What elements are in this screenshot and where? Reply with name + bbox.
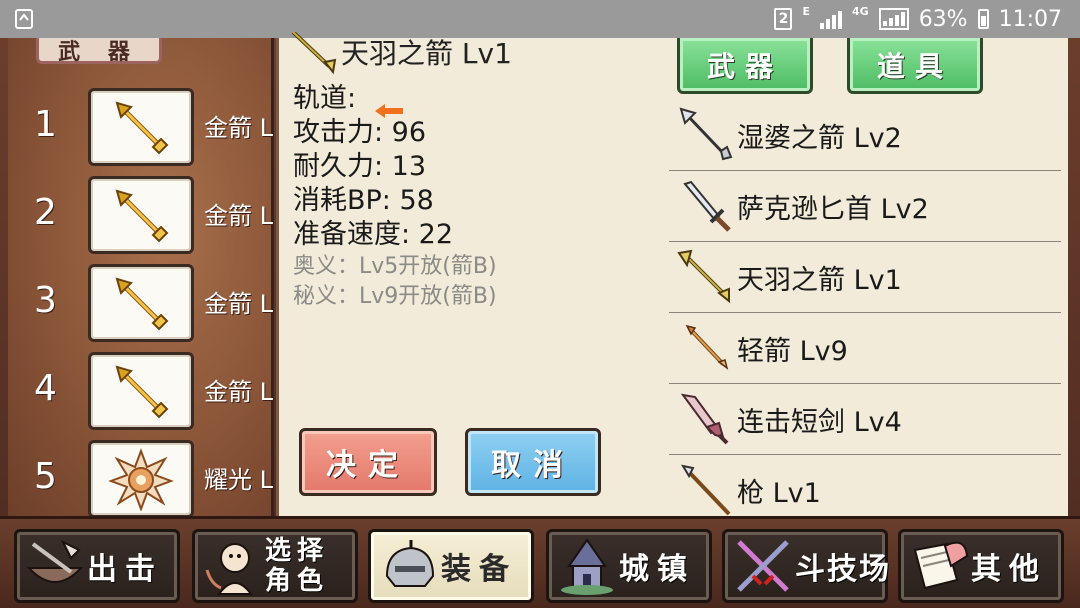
sortie-icon (23, 536, 87, 596)
slot-number: 4 (34, 368, 57, 409)
nav-equipment-button[interactable]: 装备 (368, 529, 534, 603)
secret-skill-2: 秘义：Lv9开放(箭B) (293, 284, 497, 309)
recycle-icon (14, 8, 34, 30)
nav-label: 城镇 (619, 552, 695, 587)
nav-label: 装备 (441, 552, 517, 587)
slot-number: 1 (34, 104, 57, 145)
network-type-e: E (802, 4, 810, 18)
list-item[interactable]: 枪 Lv1 (669, 455, 1061, 516)
track-arrow-icon (374, 93, 403, 118)
item-name: 萨克逊匕首 Lv2 (737, 193, 929, 225)
attack-stat: 攻击力: 96 (293, 117, 427, 148)
other-icon (907, 536, 971, 596)
nav-label: 斗技场 (795, 552, 891, 587)
weapon-slot-4[interactable]: 4 金箭 L (8, 346, 274, 432)
weapon-inventory-list[interactable]: 湿婆之箭 Lv2 萨克逊匕首 Lv2 天羽之箭 Lv1 轻箭 Lv9 连击短剑 … (669, 100, 1061, 516)
town-icon (555, 536, 619, 596)
gold-arrow-icon[interactable] (88, 264, 194, 342)
status-bar: 2 E 4G 63% 11:07 (0, 0, 1080, 38)
gold-arrow-icon[interactable] (88, 352, 194, 430)
slot-weapon-name: 金箭 L (204, 378, 273, 406)
signal-4g-icon (878, 8, 909, 30)
shiva-arrow-icon (677, 107, 735, 163)
item-name: 枪 Lv1 (737, 477, 821, 509)
feather-arrow-icon (677, 249, 735, 305)
nav-label-line-1: 选择 (265, 536, 330, 566)
signal-icon (820, 9, 842, 29)
tab-items[interactable]: 道具 (847, 38, 983, 94)
game-screen: 武 器 1 金箭 L 2 金箭 L 3 金箭 L 4 金箭 L 5 耀光 L 天… (0, 30, 1080, 608)
saxon-dagger-icon (677, 178, 735, 234)
character-icon (201, 536, 265, 596)
nav-arena-button[interactable]: 斗技场 (722, 529, 891, 603)
nav-town-button[interactable]: 城镇 (546, 529, 712, 603)
weapons-header-tab: 武 器 (36, 38, 162, 65)
network-type-4g: 4G (852, 4, 869, 18)
slot-weapon-name: 金箭 L (204, 114, 273, 142)
battery-percent: 63% (918, 6, 968, 32)
item-name: 轻箭 Lv9 (737, 335, 848, 367)
nav-label: 出击 (87, 552, 163, 587)
weapon-stats: 轨道: 攻击力: 96 耐久力: 13 消耗BP: 58 准备速度: 22 奥义… (293, 82, 497, 312)
slot-weapon-name: 耀光 L (204, 466, 273, 494)
nav-other-button[interactable]: 其他 (898, 529, 1064, 603)
item-name: 连击短剑 Lv4 (737, 406, 902, 438)
nav-label: 选择 角色 (265, 536, 329, 596)
nav-select-character-button[interactable]: 选择 角色 (192, 529, 358, 603)
prep-speed-stat: 准备速度: 22 (293, 219, 454, 250)
slot-number: 2 (34, 192, 57, 233)
tab-weapons[interactable]: 武器 (677, 38, 813, 94)
clock: 11:07 (998, 6, 1062, 32)
equipped-weapons-panel: 武 器 1 金箭 L 2 金箭 L 3 金箭 L 4 金箭 L 5 耀光 L (8, 38, 274, 518)
list-item[interactable]: 轻箭 Lv9 (669, 313, 1061, 384)
cancel-button[interactable]: 取消 (465, 428, 601, 496)
spear-icon (677, 462, 735, 516)
track-label: 轨道: (293, 83, 357, 114)
list-item[interactable]: 连击短剑 Lv4 (669, 384, 1061, 455)
slot-number: 3 (34, 280, 57, 321)
track-row: 轨道: (293, 82, 497, 118)
nav-sortie-button[interactable]: 出击 (14, 529, 180, 603)
nav-label: 其他 (971, 552, 1047, 587)
nav-label-line-2: 角色 (265, 566, 330, 596)
slot-number: 5 (34, 456, 57, 497)
decide-button[interactable]: 决定 (299, 428, 437, 496)
item-name: 湿婆之箭 Lv2 (737, 122, 902, 154)
gold-arrow-icon[interactable] (88, 176, 194, 254)
equipment-icon (377, 536, 441, 596)
sim-icon: 2 (774, 8, 793, 30)
light-arrow-icon (677, 320, 735, 376)
arena-icon (731, 536, 795, 596)
feather-arrow-icon (285, 30, 341, 76)
radiance-icon[interactable] (88, 440, 194, 518)
list-item[interactable]: 萨克逊匕首 Lv2 (669, 171, 1061, 242)
weapon-slot-1[interactable]: 1 金箭 L (8, 82, 274, 168)
battery-icon (977, 9, 989, 29)
gold-arrow-icon[interactable] (88, 88, 194, 166)
slot-weapon-name: 金箭 L (204, 202, 273, 230)
item-name: 天羽之箭 Lv1 (737, 264, 902, 296)
list-item[interactable]: 湿婆之箭 Lv2 (669, 100, 1061, 171)
weapon-slot-3[interactable]: 3 金箭 L (8, 258, 274, 344)
bottom-navigation: 出击 选择 角色 装备 城镇 斗技场 其他 (0, 516, 1080, 608)
list-item[interactable]: 天羽之箭 Lv1 (669, 242, 1061, 313)
secret-skill-1: 奥义：Lv5开放(箭B) (293, 254, 497, 279)
weapon-detail-panel: 天羽之箭 Lv1 轨道: 攻击力: 96 耐久力: 13 消耗BP: 58 准备… (276, 30, 1068, 516)
selected-weapon-title: 天羽之箭 Lv1 (341, 37, 512, 70)
weapon-slot-2[interactable]: 2 金箭 L (8, 170, 274, 256)
combo-shortsword-icon (677, 391, 735, 447)
slot-weapon-name: 金箭 L (204, 290, 273, 318)
weapon-slot-5[interactable]: 5 耀光 L (8, 434, 274, 520)
bp-cost-stat: 消耗BP: 58 (293, 185, 434, 216)
durability-stat: 耐久力: 13 (293, 151, 427, 182)
